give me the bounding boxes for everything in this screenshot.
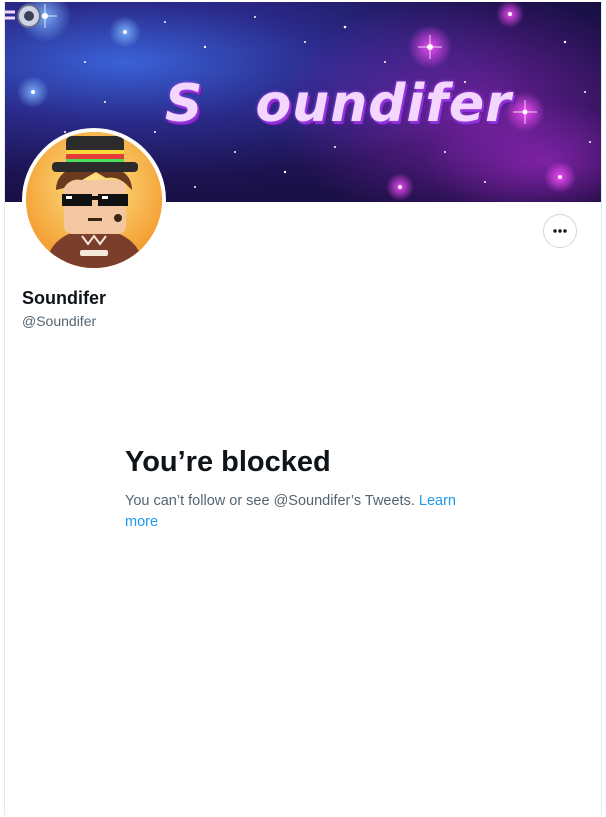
profile-page: Soundifer Soundifer @Soundifer You’re bl…: [4, 2, 602, 815]
banner-logo-text: Soundifer: [165, 74, 512, 134]
more-horizontal-icon: [553, 229, 567, 233]
blocked-title: You’re blocked: [125, 446, 331, 478]
blocked-description-text: You can’t follow or see @Soundifer’s Twe…: [125, 493, 415, 509]
more-options-button[interactable]: [543, 214, 577, 248]
banner-logo-eye-icon: [5, 4, 41, 28]
profile-handle: @Soundifer: [22, 313, 97, 329]
blocked-description: You can’t follow or see @Soundifer’s Twe…: [125, 491, 485, 533]
profile-avatar[interactable]: [22, 128, 166, 272]
cartoon-avatar-icon: [26, 132, 162, 268]
profile-display-name: Soundifer: [22, 288, 106, 308]
